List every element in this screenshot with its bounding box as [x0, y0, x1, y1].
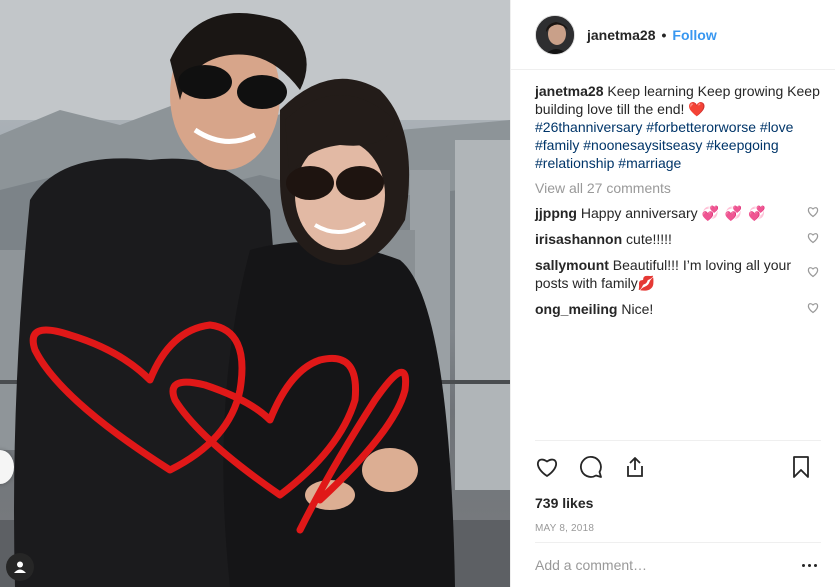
header-separator: •: [661, 26, 667, 43]
post-date[interactable]: MAY 8, 2018: [535, 523, 821, 534]
user-tag-icon[interactable]: [6, 553, 34, 581]
comment-text: Happy anniversary: [580, 205, 698, 221]
header-username[interactable]: janetma28: [587, 27, 655, 43]
caption-username[interactable]: janetma28: [535, 83, 603, 99]
post-side-panel: janetma28 • Follow janetma28 Keep learni…: [510, 0, 835, 587]
comments-section: janetma28 Keep learning Keep growing Kee…: [511, 70, 835, 440]
post-photo[interactable]: [0, 0, 510, 587]
comment-item: ong_meiling Nice!: [535, 300, 821, 318]
comment-item: jjppng Happy anniversary 💞 💞 💞: [535, 204, 821, 222]
comment-like-icon[interactable]: [807, 302, 819, 314]
hashtag[interactable]: #keepgoing: [706, 137, 778, 153]
caption-emoji: ❤️: [688, 101, 706, 117]
comment-username[interactable]: jjppng: [535, 205, 577, 221]
share-upload-icon[interactable]: [623, 455, 647, 479]
more-options-icon[interactable]: [797, 557, 821, 573]
comment-item: irisashannon cute!!!!!: [535, 230, 821, 248]
comment-like-icon[interactable]: [807, 206, 819, 218]
comment-bubble-icon[interactable]: [579, 455, 603, 479]
hashtag[interactable]: #family: [535, 137, 579, 153]
comment-item: sallymount Beautiful!!! I’m loving all y…: [535, 256, 821, 292]
hashtag[interactable]: #noonesaysitseasy: [583, 137, 702, 153]
comment-like-icon[interactable]: [807, 232, 819, 244]
comment-text: Nice!: [621, 301, 654, 317]
view-all-comments-link[interactable]: View all 27 comments: [535, 180, 821, 196]
caption: janetma28 Keep learning Keep growing Kee…: [535, 82, 821, 172]
follow-button[interactable]: Follow: [672, 27, 716, 43]
comment-text: cute!!!!!: [626, 231, 672, 247]
post-actions: 739 likes MAY 8, 2018: [535, 440, 821, 534]
hashtag[interactable]: #26thanniversary: [535, 119, 642, 135]
hashtag[interactable]: #relationship: [535, 155, 614, 171]
comment-like-icon[interactable]: [807, 266, 819, 278]
action-bar: [535, 441, 821, 493]
instagram-post: janetma28 • Follow janetma28 Keep learni…: [0, 0, 835, 587]
like-heart-icon[interactable]: [535, 455, 559, 479]
comment-username[interactable]: irisashannon: [535, 231, 622, 247]
comment-username[interactable]: sallymount: [535, 257, 609, 273]
add-comment-bar: [535, 542, 821, 587]
comment-emoji: 💋: [637, 275, 656, 291]
likes-count[interactable]: 739 likes: [535, 495, 821, 511]
add-comment-input[interactable]: [535, 557, 797, 573]
hashtag[interactable]: #marriage: [618, 155, 681, 171]
photo-scene: [0, 0, 510, 587]
hashtag[interactable]: #forbetterorworse: [646, 119, 756, 135]
post-header: janetma28 • Follow: [511, 0, 835, 70]
comment-username[interactable]: ong_meiling: [535, 301, 617, 317]
bookmark-icon[interactable]: [789, 455, 813, 479]
comment-emoji: 💞 💞 💞: [701, 205, 767, 221]
avatar[interactable]: [535, 14, 575, 55]
hashtag[interactable]: #love: [760, 119, 793, 135]
